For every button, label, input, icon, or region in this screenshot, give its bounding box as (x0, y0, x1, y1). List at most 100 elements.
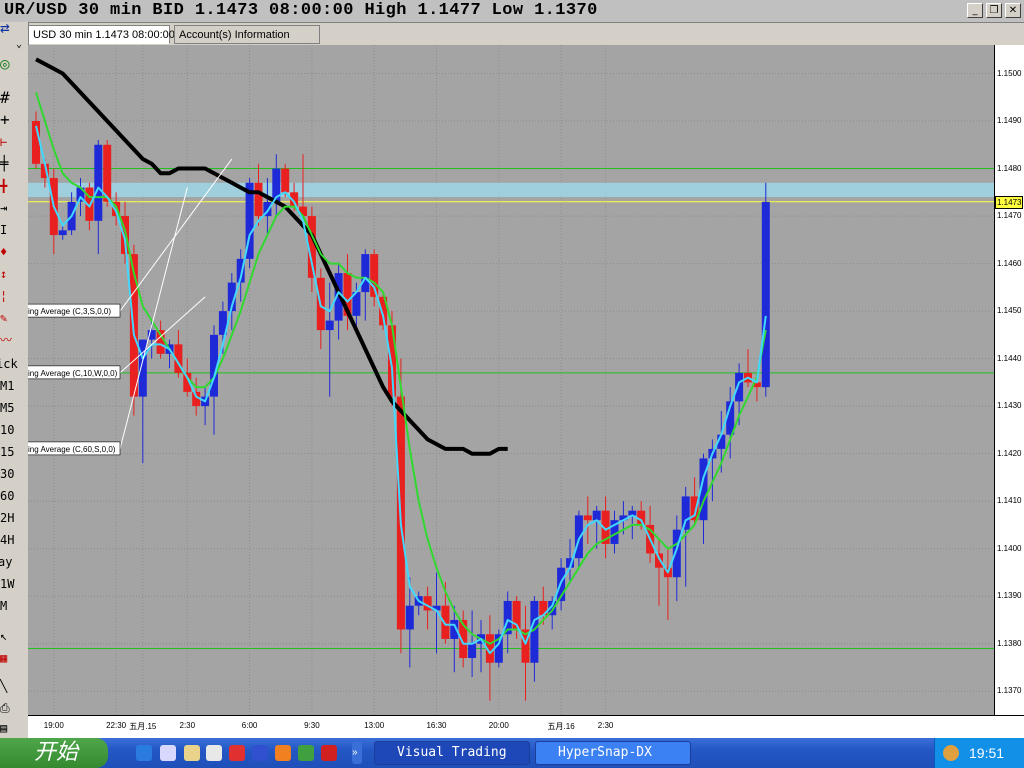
visual-trading-icon[interactable] (252, 745, 268, 761)
save-icon[interactable]: ▦ (0, 648, 22, 668)
price-axis[interactable]: 1.1500 1.1490 1.1480 1.1470 1.1460 1.1450 1.14… (994, 45, 1024, 715)
zigzag-icon[interactable]: 〰 (0, 330, 22, 350)
price-tick-label: 1.1430 (997, 401, 1022, 411)
timeframe-30[interactable]: 30 (0, 464, 22, 484)
settings-icon[interactable]: ▤ (0, 718, 22, 738)
timeframe-m5[interactable]: M5 (0, 398, 22, 418)
time-tick-label: 五月.16 (547, 722, 575, 731)
candle-body (254, 182, 263, 217)
window-titlebar[interactable]: UR/USD 30 min BID 1.1473 08:00:00 High 1… (0, 0, 1024, 23)
app-icon-green[interactable] (298, 745, 314, 761)
price-tick-label: 1.1440 (997, 353, 1022, 363)
system-tray: 19:51 (934, 738, 1024, 768)
timeframe-4h[interactable]: 4H (0, 530, 22, 550)
ie-icon[interactable] (136, 745, 152, 761)
pen-icon[interactable]: ✎ (0, 308, 22, 328)
crosshair-icon[interactable]: + (0, 110, 22, 130)
candle-icon[interactable]: ♦ (0, 242, 22, 262)
target-icon[interactable]: ◎ (0, 54, 22, 74)
candle-body (58, 230, 67, 236)
candle-body (388, 325, 396, 397)
clock: 19:51 (969, 745, 1005, 761)
candle-body (94, 144, 103, 221)
pointer-icon[interactable]: ↖ (0, 626, 22, 646)
restore-button[interactable]: ❐ (986, 3, 1002, 18)
time-tick-label: 2:30 (597, 721, 614, 730)
task-hypersnap[interactable]: HyperSnap-DX (535, 741, 691, 765)
text-cursor-icon[interactable]: I (0, 220, 22, 240)
price-tick-label: 1.1380 (997, 638, 1022, 648)
indicator-label-text: ing Average (C,3,S,0,0) (28, 307, 111, 316)
timeframe-60[interactable]: 60 (0, 486, 22, 506)
app-icon-red[interactable] (229, 745, 245, 761)
line-tool-icon[interactable]: ╲ (0, 676, 22, 696)
task-visual-trading[interactable]: Visual Trading (374, 741, 530, 765)
moving-average-60-line (35, 57, 508, 456)
price-tick-label: 1.1420 (997, 448, 1022, 458)
timeframe-month[interactable]: M (0, 596, 22, 616)
indicator-leader-line (119, 158, 233, 312)
candle-body (361, 254, 370, 293)
price-tick-label: 1.1500 (997, 68, 1022, 78)
window-icon[interactable] (206, 745, 222, 761)
time-axis[interactable]: 19:00 22:30 五月.15 2:30 6:00 9:30 13:00 16:30 20:… (28, 715, 1024, 738)
candle-body (761, 201, 770, 388)
price-tick-label: 1.1370 (997, 686, 1022, 696)
time-tick-label: 6:00 (241, 721, 258, 730)
last-price-marker: 1.1473 (995, 195, 1024, 209)
minimize-button[interactable]: _ (967, 3, 983, 18)
price-tick-label: 1.1390 (997, 591, 1022, 601)
time-tick-label: 9:30 (304, 721, 320, 730)
chart-plot-area[interactable]: ing Average (C,3,S,0,0) ing Average (C,10… (28, 45, 994, 715)
time-tick-label: 16:30 (426, 721, 447, 730)
timeframe-15[interactable]: 15 (0, 442, 22, 462)
candle-body (325, 320, 334, 331)
volume-icon[interactable] (943, 745, 959, 761)
time-tick-label: 13:00 (364, 721, 385, 730)
app-icon-orange[interactable] (275, 745, 291, 761)
desktop-icon[interactable] (160, 745, 176, 761)
app-icon-dark-red[interactable] (321, 745, 337, 761)
taskbar: 开始 » Visual Trading HyperSnap-DX 19:51 (0, 738, 1024, 768)
price-tick-label: 1.1410 (997, 496, 1022, 506)
close-button[interactable]: ✕ (1005, 3, 1021, 18)
bar-marker-icon[interactable]: ¦ (0, 286, 22, 306)
candle-body (405, 605, 414, 630)
candle-body (574, 515, 583, 559)
price-tick-label: 1.1400 (997, 543, 1022, 553)
horizontal-line-icon[interactable]: ⊢ (0, 132, 22, 152)
tab-account-information[interactable]: Account(s) Information (174, 25, 320, 44)
folder-icon[interactable] (184, 745, 200, 761)
time-tick-label: 19:00 (43, 721, 64, 730)
candle-body (681, 496, 690, 530)
candle-body (441, 605, 450, 639)
time-tick-label: 2:30 (179, 721, 196, 730)
indicator-label-text: ing Average (C,60,S,0,0) (28, 445, 116, 454)
price-chart[interactable]: ing Average (C,3,S,0,0) ing Average (C,10… (28, 45, 994, 715)
price-tick-label: 1.1470 (997, 211, 1022, 221)
vertical-line-icon[interactable]: ╪ (0, 154, 22, 174)
print-icon[interactable]: ⎙ (0, 698, 22, 718)
time-tick-label: 五月.15 (129, 722, 157, 731)
timeframe-day[interactable]: ay (0, 552, 20, 572)
start-button[interactable]: 开始 (0, 738, 108, 768)
candle-body (592, 510, 601, 521)
price-tick-label: 1.1490 (997, 116, 1022, 126)
timeframe-m1[interactable]: M1 (0, 376, 22, 396)
indicator-label-text: ing Average (C,10,W,0,0) (28, 369, 118, 378)
fit-width-icon[interactable]: ⇥ (0, 198, 22, 218)
cross-line-icon[interactable]: ╋ (0, 176, 22, 196)
quick-launch-expand-icon[interactable]: » (352, 742, 362, 764)
arrow-marker-icon[interactable]: ↕ (0, 264, 22, 284)
price-tick-label: 1.1480 (997, 163, 1022, 173)
grid-icon[interactable]: # (0, 88, 22, 108)
candle-body (655, 553, 663, 568)
price-band (28, 182, 994, 198)
timeframe-2h[interactable]: 2H (0, 508, 22, 528)
candle-body (468, 643, 477, 658)
window-title: UR/USD 30 min BID 1.1473 08:00:00 High 1… (4, 1, 598, 20)
timeframe-tick[interactable]: ick (0, 354, 18, 374)
tab-chart[interactable]: USD 30 min 1.1473 08:00:00 (28, 25, 175, 44)
timeframe-10[interactable]: 10 (0, 420, 22, 440)
timeframe-1w[interactable]: 1W (0, 574, 22, 594)
